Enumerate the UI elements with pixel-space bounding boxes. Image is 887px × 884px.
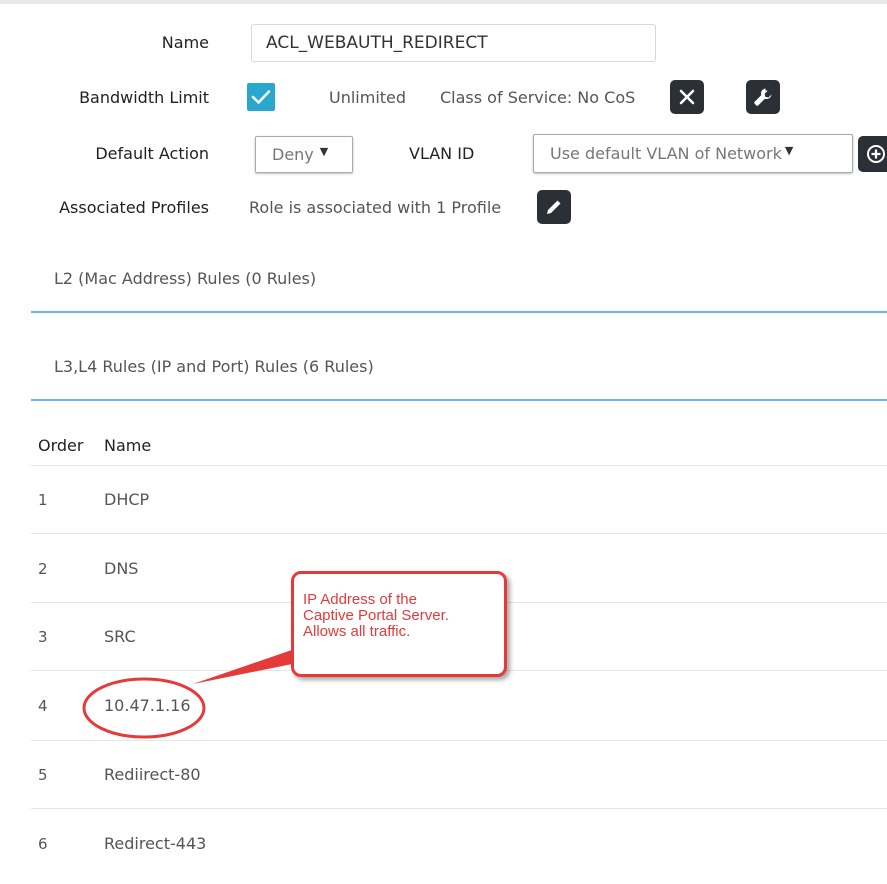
- highlight-ellipse: [82, 677, 206, 739]
- callout-line: IP Address of the: [303, 591, 417, 608]
- callout-line: Captive Portal Server.: [303, 607, 449, 624]
- callout-line: Allows all traffic.: [303, 623, 411, 640]
- annotation-callout: IP Address of the Captive Portal Server.…: [291, 571, 507, 677]
- annotation-overlay: [82, 641, 318, 739]
